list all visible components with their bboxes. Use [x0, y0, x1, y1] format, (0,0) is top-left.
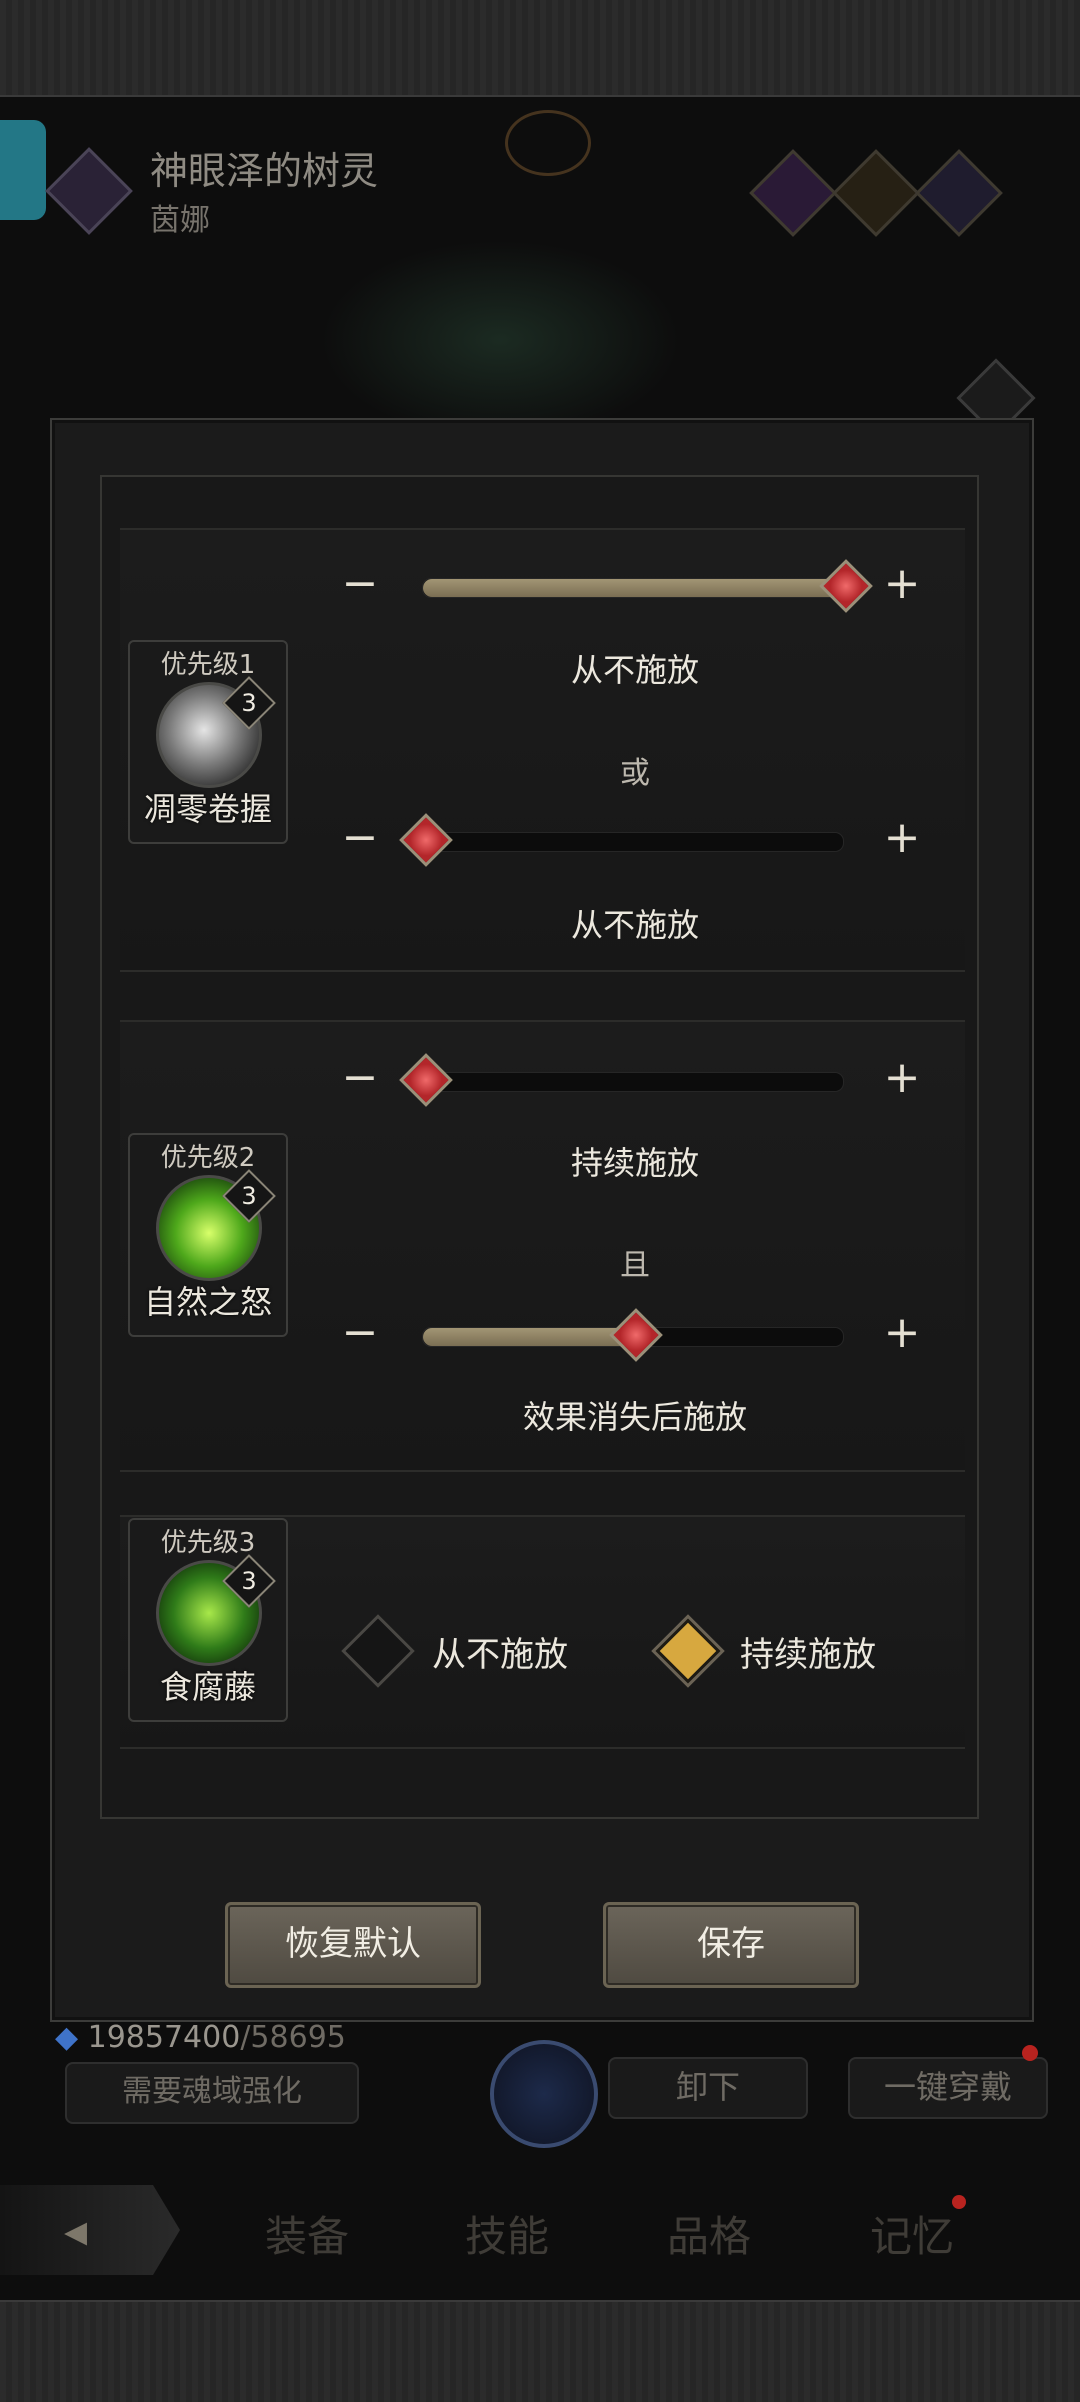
slider-plus-button[interactable]: + [872, 556, 940, 616]
condition-connector: 或 [620, 756, 650, 791]
never-cast-label[interactable]: 从不施放 [432, 1627, 568, 1676]
skill-name: 食腐藤 [159, 1668, 256, 1706]
crest-icon [505, 110, 591, 176]
tab-memory[interactable]: 记忆 [870, 2203, 954, 2264]
tab-character[interactable]: 品格 [667, 2203, 751, 2264]
soul-count: 19857400 [87, 2020, 241, 2055]
priority-label: 优先级2 [160, 1143, 256, 1173]
skill-card-2[interactable]: 优先级2 3 自然之怒 [128, 1133, 288, 1337]
race-icon[interactable] [915, 149, 1003, 237]
slider-plus-button[interactable]: + [872, 1050, 940, 1110]
hero-name: 茵娜 [150, 203, 210, 238]
soul-max: /58695 [240, 2020, 346, 2055]
back-button[interactable] [0, 2185, 180, 2275]
always-cast-label[interactable]: 持续施放 [740, 1627, 876, 1676]
hero-portrait [320, 240, 680, 440]
slider-plus-button[interactable]: + [872, 1305, 940, 1365]
faction-icon[interactable] [832, 149, 920, 237]
skill-level: 3 [241, 689, 257, 717]
notification-dot [1022, 2045, 1038, 2061]
hero-title: 神眼泽的树灵 [150, 149, 379, 193]
slider-fill [423, 579, 843, 597]
game-logo-icon [0, 120, 46, 220]
slider-minus-button[interactable]: − [322, 1305, 390, 1365]
tab-equipment[interactable]: 装备 [265, 2203, 349, 2264]
reset-default-button[interactable]: 恢复默认 [225, 1902, 481, 1988]
element-icon[interactable] [749, 149, 837, 237]
priority-label: 优先级1 [160, 650, 256, 680]
cast-slider[interactable] [399, 813, 844, 867]
slider-plus-button[interactable]: + [872, 810, 940, 870]
slider-minus-button[interactable]: − [322, 810, 390, 870]
condition-connector: 且 [620, 1248, 650, 1283]
skill-card-1[interactable]: 优先级1 3 凋零卷握 [128, 640, 288, 844]
slider-value-label: 效果消失后施放 [522, 1398, 747, 1436]
save-button[interactable]: 保存 [603, 1902, 859, 1988]
slider-value-label: 从不施放 [570, 651, 699, 689]
skill-level: 3 [241, 1182, 257, 1210]
notification-dot [952, 2195, 966, 2209]
unequip-button[interactable]: 卸下 [608, 2057, 808, 2119]
slider-value-label: 从不施放 [570, 906, 699, 944]
hero-class-icon [45, 147, 133, 235]
compass-icon[interactable] [490, 2040, 598, 2148]
skill-level: 3 [241, 1567, 257, 1595]
equip-all-button[interactable]: 一键穿戴 [848, 2057, 1048, 2119]
slider-minus-button[interactable]: − [322, 1050, 390, 1110]
slider-fill [423, 1328, 633, 1346]
slider-value-label: 持续施放 [570, 1144, 699, 1182]
priority-label: 优先级3 [160, 1528, 256, 1558]
soul-counter: ◆ 19857400/58695 [55, 2020, 346, 2055]
back-arrow-icon: ◂ [64, 2203, 88, 2257]
skill-name: 凋零卷握 [143, 790, 272, 828]
cast-slider[interactable] [422, 559, 873, 613]
skill-name: 自然之怒 [143, 1283, 272, 1321]
need-soul-upgrade-button[interactable]: 需要魂域强化 [65, 2062, 359, 2124]
skill-card-3[interactable]: 优先级3 3 食腐藤 [128, 1518, 288, 1722]
bottom-frame-bar [0, 2300, 1080, 2402]
top-frame-bar [0, 0, 1080, 97]
cast-slider[interactable] [422, 1308, 844, 1362]
tab-skills[interactable]: 技能 [465, 2203, 549, 2264]
slider-minus-button[interactable]: − [322, 556, 390, 616]
cast-slider[interactable] [399, 1053, 844, 1107]
